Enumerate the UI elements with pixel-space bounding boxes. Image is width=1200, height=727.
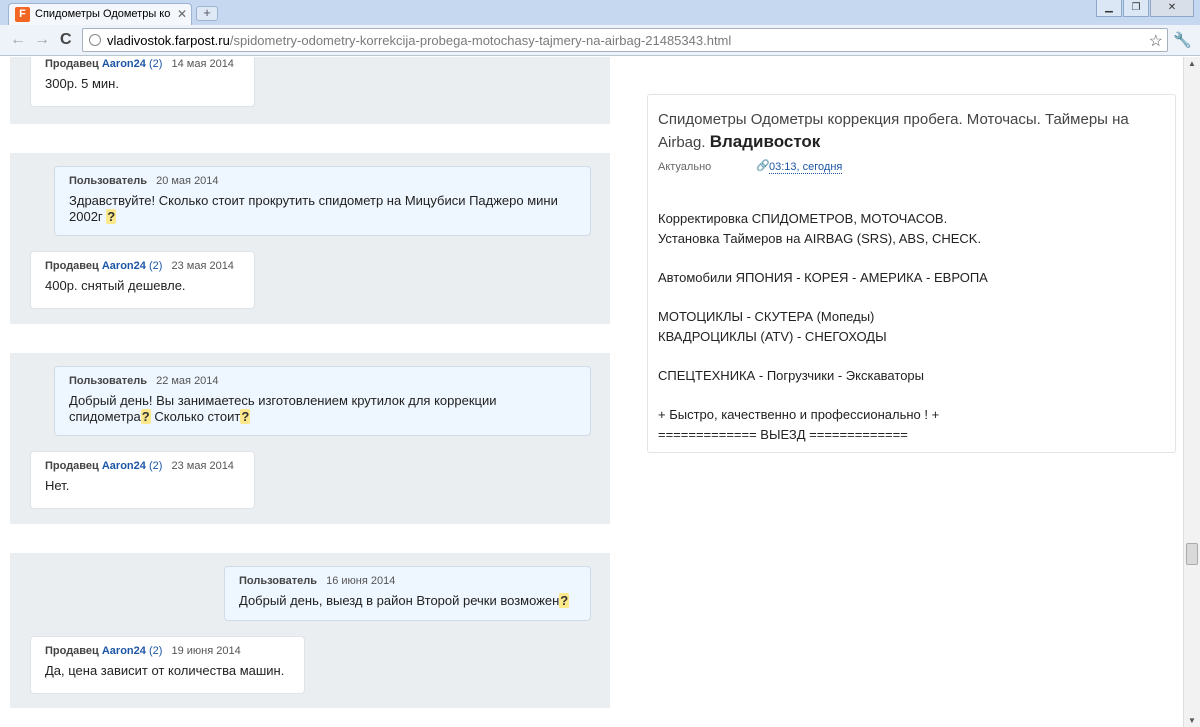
question-mark-icon: ?	[559, 593, 570, 608]
minimize-icon[interactable]: ▁	[1096, 0, 1122, 17]
scroll-thumb[interactable]	[1186, 543, 1198, 565]
actual-time-link[interactable]: 03:13, сегодня	[769, 161, 843, 174]
seller-count: (2)	[148, 58, 163, 70]
question-date: 20 мая 2014	[156, 175, 219, 187]
url-text[interactable]: vladivostok.farpost.ru/spidometry-odomet…	[107, 33, 731, 48]
answer-text: 300р. 5 мин.	[45, 76, 119, 91]
address-bar[interactable]: vladivostok.farpost.ru/spidometry-odomet…	[82, 28, 1168, 52]
maximize-icon[interactable]: ❐	[1123, 0, 1149, 17]
question-body: Здравствуйте! Сколько стоит прокрутить с…	[69, 193, 558, 224]
seller-answer: Продавец Aaron24 (2) 14 мая 2014 300р. 5…	[30, 57, 255, 107]
farpost-favicon-icon: F	[15, 7, 30, 22]
seller-nick-link[interactable]: Aaron24	[102, 58, 146, 70]
listing-city: Владивосток	[709, 132, 821, 151]
qa-thread: Пользователь 22 мая 2014 Добрый день! Вы…	[10, 353, 610, 524]
seller-nick-link[interactable]: Aaron24	[102, 460, 146, 472]
user-question: Пользователь 16 июня 2014 Добрый день, в…	[224, 566, 591, 621]
question-meta: Пользователь 16 июня 2014	[239, 575, 576, 587]
question-date: 22 мая 2014	[156, 375, 219, 387]
tab-title: Спидометры Одометры корр	[35, 8, 171, 20]
question-meta: Пользователь 20 мая 2014	[69, 175, 576, 187]
author-role: Пользователь	[69, 375, 148, 387]
answer-date: 19 июня 2014	[171, 645, 241, 657]
question-body: Добрый день, выезд в район Второй речки …	[239, 593, 560, 608]
browser-tab[interactable]: F Спидометры Одометры корр ✕	[8, 3, 192, 25]
bookmark-star-icon[interactable]: ☆	[1149, 31, 1163, 51]
author-role: Продавец	[45, 460, 99, 472]
user-question: Пользователь 20 мая 2014 Здравствуйте! С…	[54, 166, 591, 236]
listing-title: Спидометры Одометры коррекция пробега. М…	[658, 109, 1163, 154]
answer-date: 23 мая 2014	[171, 260, 234, 272]
forward-arrow-icon[interactable]: →	[34, 31, 50, 49]
answer-meta: Продавец Aaron24 (2) 23 мая 2014	[45, 260, 240, 272]
question-text: Здравствуйте! Сколько стоит прокрутить с…	[69, 193, 576, 225]
wrench-menu-icon[interactable]: 🔧	[1173, 31, 1192, 49]
question-text: Добрый день, выезд в район Второй речки …	[239, 593, 576, 609]
author-role: Продавец	[45, 260, 99, 272]
answer-meta: Продавец Aaron24 (2) 14 мая 2014	[45, 58, 240, 70]
question-mark-icon: ?	[240, 409, 251, 424]
seller-answer: Продавец Aaron24 (2) 23 мая 2014 400р. с…	[30, 251, 255, 309]
author-role: Пользователь	[239, 575, 318, 587]
user-question: Пользователь 22 мая 2014 Добрый день! Вы…	[54, 366, 591, 436]
seller-answer: Продавец Aaron24 (2) 19 июня 2014 Да, це…	[30, 636, 305, 694]
page-info-icon[interactable]	[89, 34, 101, 46]
question-date: 16 июня 2014	[326, 575, 396, 587]
window-controls: ▁ ❐ ✕	[1096, 0, 1194, 17]
qa-thread: Пользователь 16 июня 2014 Добрый день, в…	[10, 553, 610, 708]
scroll-down-icon[interactable]: ▼	[1188, 716, 1196, 725]
author-role: Пользователь	[69, 175, 148, 187]
question-body: Добрый день! Вы занимаетесь изготовление…	[69, 393, 497, 424]
paperclip-icon: 🔗	[756, 160, 770, 172]
answer-text: Да, цена зависит от количества машин.	[45, 663, 285, 678]
new-tab-button[interactable]: +	[196, 6, 218, 21]
question-mark-icon: ?	[106, 209, 117, 224]
question-body-2: Сколько стоит	[150, 409, 241, 424]
seller-count: (2)	[148, 260, 163, 272]
browser-toolbar: ← → C vladivostok.farpost.ru/spidometry-…	[0, 25, 1200, 56]
answer-text: 400р. снятый дешевле.	[45, 278, 186, 293]
author-role: Продавец	[45, 58, 99, 70]
back-arrow-icon[interactable]: ←	[10, 31, 26, 49]
page-content: Продавец Aaron24 (2) 14 мая 2014 300р. 5…	[0, 57, 1183, 727]
reload-icon[interactable]: C	[60, 31, 72, 49]
answer-meta: Продавец Aaron24 (2) 23 мая 2014	[45, 460, 240, 472]
author-role: Продавец	[45, 645, 99, 657]
question-mark-icon: ?	[140, 409, 151, 424]
window-close-icon[interactable]: ✕	[1150, 0, 1194, 17]
title-bar: F Спидометры Одометры корр ✕ + ▁ ❐ ✕	[0, 0, 1200, 25]
answer-text: Нет.	[45, 478, 70, 493]
listing-description: Корректировка СПИДОМЕТРОВ, МОТОЧАСОВ. Ус…	[658, 211, 988, 442]
question-text: Добрый день! Вы занимаетесь изготовление…	[69, 393, 576, 425]
answer-date: 14 мая 2014	[171, 58, 234, 70]
seller-nick-link[interactable]: Aaron24	[102, 260, 146, 272]
qa-thread: Пользователь 20 мая 2014 Здравствуйте! С…	[10, 153, 610, 324]
question-meta: Пользователь 22 мая 2014	[69, 375, 576, 387]
seller-nick-link[interactable]: Aaron24	[102, 645, 146, 657]
answer-meta: Продавец Aaron24 (2) 19 июня 2014	[45, 645, 290, 657]
seller-answer: Продавец Aaron24 (2) 23 мая 2014 Нет.	[30, 451, 255, 509]
seller-count: (2)	[148, 645, 163, 657]
tab-close-icon[interactable]: ✕	[177, 7, 187, 21]
actual-label: Актуально	[658, 161, 712, 173]
url-host: vladivostok.farpost.ru	[107, 33, 230, 48]
answer-date: 23 мая 2014	[171, 460, 234, 472]
qa-thread: Продавец Aaron24 (2) 14 мая 2014 300р. 5…	[10, 57, 610, 124]
seller-count: (2)	[148, 460, 163, 472]
vertical-scrollbar[interactable]: ▲ ▼	[1183, 57, 1200, 727]
scroll-up-icon[interactable]: ▲	[1188, 59, 1196, 68]
url-path: /spidometry-odometry-korrekcija-probega-…	[229, 33, 732, 48]
listing-card: Спидометры Одометры коррекция пробега. М…	[647, 94, 1176, 453]
